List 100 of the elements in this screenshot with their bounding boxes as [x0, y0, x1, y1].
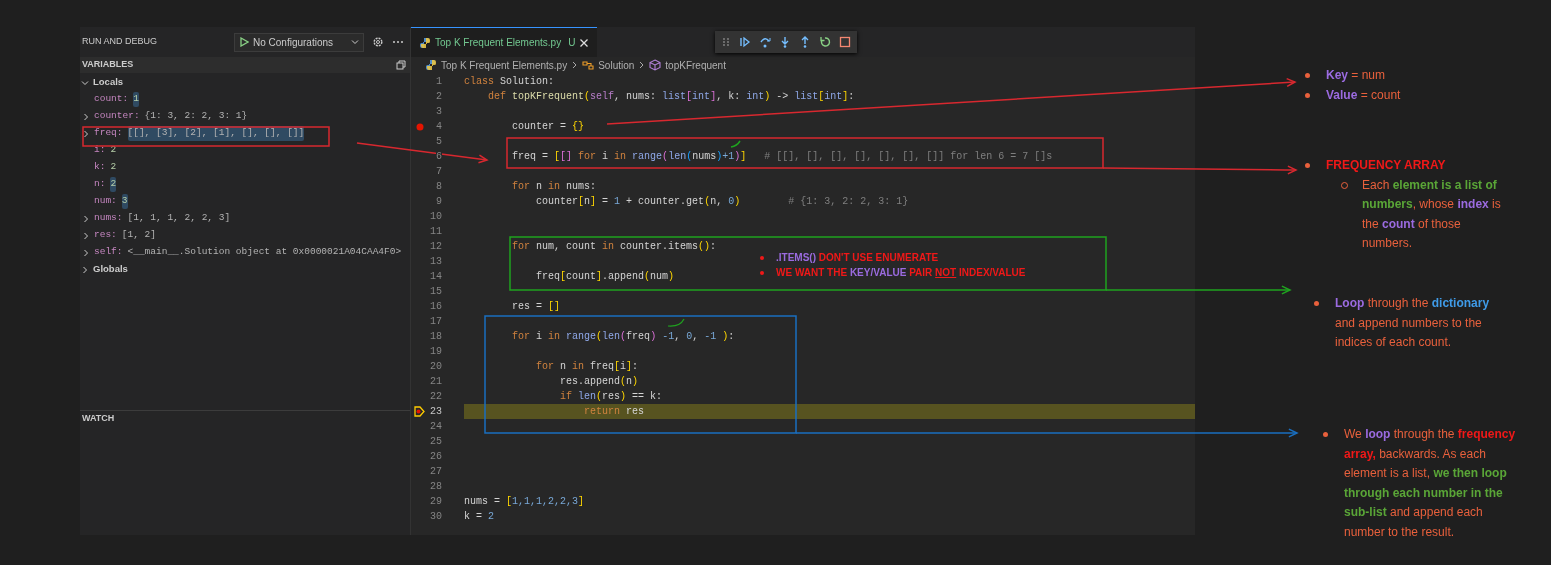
continue-icon[interactable] — [739, 36, 751, 48]
annotation-text: Value = count — [1326, 86, 1402, 104]
variable-name: i: — [94, 143, 106, 158]
line-number: 2 — [436, 91, 442, 102]
code-line: freq[count].append(num) — [535, 271, 675, 282]
variable-name: k: — [94, 160, 106, 175]
chevron-right-icon[interactable] — [82, 129, 90, 138]
annotation-text: FREQUENCY ARRAY — [1326, 157, 1447, 174]
code-line: res.append(n) — [559, 376, 639, 387]
variable-value: <__main__.Solution object at 0x0000021A04CAA4F0> — [127, 245, 402, 260]
ink-mark — [667, 318, 685, 327]
variable-value: [1, 1, 1, 2, 2, 3] — [127, 211, 231, 226]
code-line: def topKFrequent(self, nums: list[int], k: int) -> list[int]: — [487, 91, 855, 102]
line-number: 14 — [430, 271, 442, 282]
scope-label[interactable]: Globals — [93, 262, 128, 277]
bullet-icon — [1314, 301, 1319, 306]
annotation-text: Key = num — [1326, 67, 1387, 84]
line-number: 11 — [430, 226, 442, 237]
chevron-right-icon[interactable] — [82, 248, 90, 257]
chevron-down-icon — [351, 38, 359, 46]
line-number: 10 — [430, 211, 442, 222]
annotation-text: Loop through the dictionary and append numbers to the indices of each count. — [1335, 295, 1491, 351]
line-number: 21 — [430, 376, 442, 387]
line-number: 30 — [430, 511, 442, 522]
variable-value: 2 — [110, 143, 117, 158]
chevron-down-icon[interactable] — [81, 78, 89, 87]
python-file-icon — [419, 36, 431, 49]
ink-mark — [730, 140, 741, 148]
line-number: 19 — [430, 346, 442, 357]
bullet-icon — [1305, 73, 1310, 78]
chevron-right-icon[interactable] — [82, 231, 90, 240]
bullet-icon — [1323, 432, 1328, 437]
variable-value: [1, 2] — [121, 228, 157, 243]
panel-title: RUN AND DEBUG — [82, 35, 157, 49]
close-icon[interactable] — [579, 37, 590, 48]
variable-name: nums: — [94, 211, 123, 226]
line-number: 1 — [436, 76, 442, 87]
scope-label[interactable]: Locals — [93, 75, 124, 90]
code-line: return res — [583, 406, 645, 417]
bullet-icon — [1305, 163, 1310, 168]
line-number: 8 — [436, 181, 442, 192]
line-number: 24 — [430, 421, 442, 432]
line-number: 20 — [430, 361, 442, 372]
step-out-icon[interactable] — [799, 36, 811, 48]
editor-tab[interactable]: Top K Frequent Elements.py U — [411, 27, 598, 57]
variable-value: 2 — [110, 177, 117, 192]
configuration-dropdown[interactable]: No Configurations — [234, 32, 364, 52]
code-line: freq = [[] for i in range(len(nums)+1)] # [[], [], [], [], [], [], []] for len 6 = 7 []s — [511, 151, 1053, 162]
line-number: 18 — [430, 331, 442, 342]
code-line: for n in freq[i]: — [535, 361, 639, 372]
class-symbol-icon — [582, 59, 595, 71]
chevron-right-icon[interactable] — [81, 265, 89, 274]
collapse-all-icon[interactable] — [396, 60, 406, 70]
breadcrumb-item[interactable]: topKFrequent — [665, 57, 726, 73]
code-line: for num, count in counter.items(): — [511, 241, 717, 252]
line-number: 29 — [430, 496, 442, 507]
line-number: 3 — [436, 106, 442, 117]
code-line: if len(res) == k: — [559, 391, 663, 402]
step-over-icon[interactable] — [759, 36, 771, 48]
line-number: 5 — [436, 136, 442, 147]
bullet-icon — [1305, 92, 1310, 98]
variable-value: 3 — [121, 194, 128, 209]
annotation-text: We loop through the frequency array, backwards. As each element is a list, we then loop through each number in the sub-list and append each number to the result. — [1344, 426, 1517, 541]
line-number: 28 — [430, 481, 442, 492]
variable-name: self: — [94, 245, 123, 260]
chevron-right-icon — [571, 61, 579, 69]
variable-name: num: — [94, 194, 117, 209]
stop-icon[interactable] — [839, 36, 851, 48]
line-number: 27 — [430, 466, 442, 477]
code-line: for i in range(len(freq) -1, 0, -1 ): — [511, 331, 735, 342]
bullet-icon — [760, 255, 764, 260]
settings-icon[interactable] — [372, 36, 384, 48]
tab-label[interactable]: Top K Frequent Elements.py — [435, 35, 562, 50]
line-number: 17 — [430, 316, 442, 327]
breadcrumb-item[interactable]: Top K Frequent Elements.py — [441, 57, 568, 73]
line-number: 23 — [430, 406, 442, 417]
line-number: 15 — [430, 286, 442, 297]
variable-value: 2 — [110, 160, 117, 175]
annotation-text: .ITEMS() DON'T USE ENUMERATE — [776, 251, 939, 265]
chevron-right-icon[interactable] — [82, 214, 90, 223]
code-line: res = [] — [511, 301, 561, 312]
play-icon — [239, 37, 249, 47]
variable-name: counter: — [94, 109, 140, 124]
line-number: 26 — [430, 451, 442, 462]
restart-icon[interactable] — [819, 36, 831, 48]
arrow — [1284, 165, 1298, 175]
drag-handle-icon — [721, 36, 731, 48]
breadcrumb-item[interactable]: Solution — [598, 57, 635, 73]
step-into-icon[interactable] — [779, 36, 791, 48]
chevron-right-icon[interactable] — [82, 112, 90, 121]
more-icon[interactable] — [392, 40, 404, 44]
bullet-icon — [760, 270, 764, 275]
annotation-text: Each element is a list of numbers, whose index is the count of those numbers. — [1362, 176, 1502, 252]
code-line: counter[n] = 1 + counter.get(n, 0) # {1: 3, 2: 2, 3: 1} — [535, 196, 909, 207]
code-line: k = 2 — [464, 511, 495, 522]
variable-name: res: — [94, 228, 117, 243]
variable-name: freq: — [94, 126, 123, 141]
python-file-icon — [425, 59, 437, 71]
variable-name: n: — [94, 177, 106, 192]
annotation-text: WE WANT THE KEY/VALUE PAIR NOT INDEX/VALUE — [776, 266, 1026, 280]
